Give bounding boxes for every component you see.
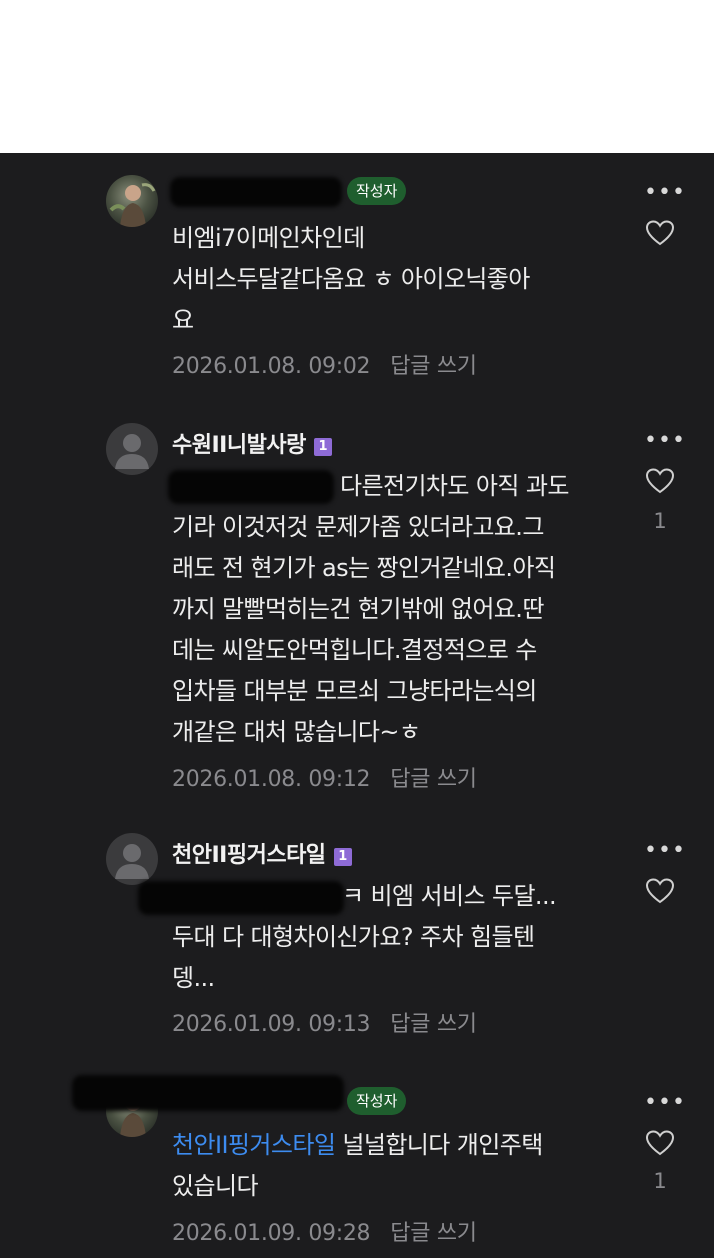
comment-meta: 2026.01.09. 09:28 답글 쓰기 bbox=[172, 1215, 477, 1247]
redacted-username bbox=[72, 1075, 344, 1111]
comment-body: 비엠i7이메인차인데 서비스두달같다옴요 ㅎ 아이오닉좋아 요 bbox=[172, 218, 612, 341]
comment-date: 2026.01.09. 09:28 bbox=[172, 1221, 371, 1246]
comment-date: 2026.01.08. 09:02 bbox=[172, 354, 371, 379]
comment-meta: 2026.01.09. 09:13 답글 쓰기 bbox=[172, 1006, 477, 1038]
reply-button[interactable]: 답글 쓰기 bbox=[390, 1221, 477, 1246]
like-heart-icon[interactable] bbox=[645, 1129, 675, 1157]
comment-text-line: 천안II핑거스타일 널널합니다 개인주택 bbox=[172, 1125, 612, 1166]
more-options-button[interactable]: ••• bbox=[644, 182, 685, 204]
like-heart-icon[interactable] bbox=[645, 467, 675, 495]
avatar[interactable] bbox=[106, 175, 158, 227]
comment-text-line: 기라 이것저것 문제가좀 있더라고요.그 bbox=[172, 513, 544, 541]
username[interactable]: 천안II핑거스타일 1 bbox=[172, 837, 352, 869]
more-options-button[interactable]: ••• bbox=[644, 430, 685, 452]
comment-text-line: 요 bbox=[172, 306, 194, 334]
level-badge: 1 bbox=[333, 848, 352, 866]
comment-date: 2026.01.08. 09:12 bbox=[172, 767, 371, 792]
comment-text-line: 비엠i7이메인차인데 bbox=[172, 224, 365, 252]
mention-link[interactable]: 천안II핑거스타일 bbox=[172, 1131, 336, 1159]
reply-button[interactable]: 답글 쓰기 bbox=[390, 1012, 477, 1037]
comment-meta: 2026.01.08. 09:12 답글 쓰기 bbox=[172, 761, 477, 793]
comment-text-line: ㅋ 비엠 서비스 두달... bbox=[342, 882, 557, 910]
like-count: 1 bbox=[653, 509, 667, 533]
more-options-button[interactable]: ••• bbox=[644, 1092, 685, 1114]
comment-text-line: 서비스두달같다옴요 ㅎ 아이오닉좋아 bbox=[172, 265, 530, 293]
comment-body: ㅋ 비엠 서비스 두달... 두대 다 대형차이신가요? 주차 힘들텐 뎅... bbox=[172, 876, 612, 999]
username[interactable]: 수원II니발사랑 1 bbox=[172, 427, 332, 459]
like-heart-icon[interactable] bbox=[645, 877, 675, 905]
comment-text-span: 널널합니다 개인주택 bbox=[335, 1131, 543, 1159]
more-options-button[interactable]: ••• bbox=[644, 840, 685, 862]
comment-text-line: 입차들 대부분 모르쇠 그냥타라는식의 bbox=[172, 677, 537, 705]
like-heart-icon[interactable] bbox=[645, 219, 675, 247]
comment-body: 천안II핑거스타일 널널합니다 개인주택 있습니다 bbox=[172, 1125, 612, 1207]
comment-text-line: 래도 전 현기가 as는 짱인거같네요.아직 bbox=[172, 554, 556, 582]
level-badge: 1 bbox=[313, 438, 332, 456]
avatar[interactable] bbox=[106, 423, 158, 475]
comment-text-line: 까지 말빨먹히는건 현기밖에 없어요.딴 bbox=[172, 595, 544, 623]
like-count: 1 bbox=[653, 1169, 667, 1193]
comment-text-line: 개같은 대처 많습니다~ㅎ bbox=[172, 718, 421, 746]
comment-text-line: 뎅... bbox=[172, 964, 215, 992]
comment-list: 작성자 ••• 비엠i7이메인차인데 서비스두달같다옴요 ㅎ 아이오닉좋아 요 … bbox=[0, 153, 714, 1258]
comment-text-line: 있습니다 bbox=[172, 1172, 259, 1200]
comment-text-line: 두대 다 대형차이신가요? 주차 힘들텐 bbox=[172, 923, 535, 951]
avatar[interactable] bbox=[106, 833, 158, 885]
comment-text-line: 데는 씨알도안먹힙니다.결정적으로 수 bbox=[172, 636, 537, 664]
comment-body: 다른전기차도 아직 과도 기라 이것저것 문제가좀 있더라고요.그 래도 전 현… bbox=[172, 466, 612, 753]
redacted-username bbox=[170, 177, 342, 207]
comment-text-line: 다른전기차도 아직 과도 bbox=[340, 472, 569, 500]
reply-button[interactable]: 답글 쓰기 bbox=[390, 354, 477, 379]
comment-meta: 2026.01.08. 09:02 답글 쓰기 bbox=[172, 348, 477, 380]
comment-date: 2026.01.09. 09:13 bbox=[172, 1012, 371, 1037]
author-badge: 작성자 bbox=[347, 1087, 407, 1115]
author-badge: 작성자 bbox=[347, 177, 407, 205]
reply-button[interactable]: 답글 쓰기 bbox=[390, 767, 477, 792]
